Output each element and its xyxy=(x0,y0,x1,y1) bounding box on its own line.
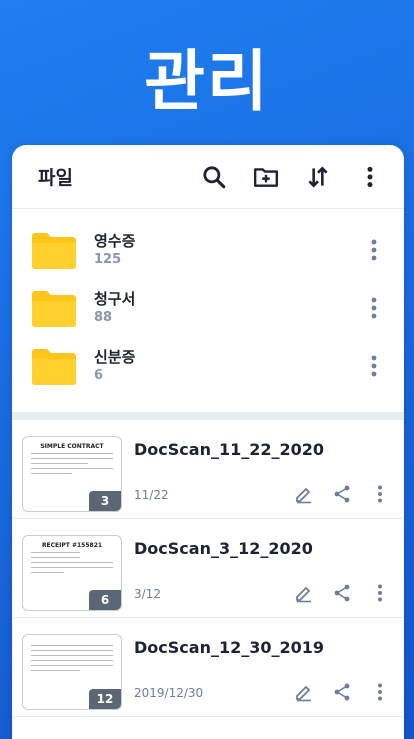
edit-icon xyxy=(296,487,311,504)
sort-icon xyxy=(308,165,328,188)
folder-icon xyxy=(32,349,76,385)
folder-count: 125 xyxy=(94,252,122,267)
file-manager-card: 파일 영수증 125 청구서 88 신분증 6 SIMPLE CONTRACT … xyxy=(12,145,404,739)
page-title: 관리 xyxy=(144,43,270,120)
thumbnail-heading: SIMPLE CONTRACT xyxy=(40,443,104,450)
new-folder-button[interactable] xyxy=(246,157,286,197)
folder-name: 신분증 xyxy=(94,348,136,366)
section-divider xyxy=(12,412,404,420)
share-icon xyxy=(334,485,350,503)
folder-item[interactable]: 청구서 88 xyxy=(12,279,404,337)
page-count-badge: 3 xyxy=(89,491,121,511)
more-vert-icon xyxy=(378,485,382,503)
document-item[interactable]: 12 DocScan_12_30_2019 2019/12/30 xyxy=(12,618,404,717)
document-date: 11/22 xyxy=(134,488,169,502)
edit-button[interactable] xyxy=(292,581,316,605)
folder-name: 영수증 xyxy=(94,232,136,250)
more-vert-icon xyxy=(378,584,382,602)
document-date: 3/12 xyxy=(134,587,161,601)
folder-icon xyxy=(32,291,76,327)
folder-more-button[interactable] xyxy=(362,235,386,265)
document-name[interactable]: DocScan_11_22_2020 xyxy=(134,440,392,459)
more-vert-icon xyxy=(367,166,373,187)
search-button[interactable] xyxy=(194,157,234,197)
folder-item[interactable]: 영수증 125 xyxy=(12,221,404,279)
more-vert-icon xyxy=(371,239,377,261)
document-name[interactable]: DocScan_12_30_2019 xyxy=(134,638,392,657)
document-name[interactable]: DocScan_3_12_2020 xyxy=(134,539,392,558)
share-button[interactable] xyxy=(330,482,354,506)
folder-more-button[interactable] xyxy=(362,351,386,381)
folder-item[interactable]: 신분증 6 xyxy=(12,337,404,395)
edit-icon xyxy=(296,685,311,702)
new-folder-icon xyxy=(253,167,279,187)
sort-button[interactable] xyxy=(298,157,338,197)
document-more-button[interactable] xyxy=(368,482,392,506)
more-vert-icon xyxy=(371,297,377,319)
page-count-badge: 12 xyxy=(89,689,121,709)
share-button[interactable] xyxy=(330,581,354,605)
document-date: 2019/12/30 xyxy=(134,686,204,700)
edit-button[interactable] xyxy=(292,680,316,704)
toolbar: 파일 xyxy=(12,145,404,209)
folder-count: 88 xyxy=(94,310,113,325)
document-item[interactable]: SIMPLE CONTRACT 3 DocScan_11_22_2020 11/… xyxy=(12,420,404,519)
folder-icon xyxy=(32,233,76,269)
more-vert-icon xyxy=(378,683,382,701)
toolbar-title: 파일 xyxy=(38,167,73,189)
share-button[interactable] xyxy=(330,680,354,704)
folder-more-button[interactable] xyxy=(362,293,386,323)
page-count-badge: 6 xyxy=(89,590,121,610)
more-vert-icon xyxy=(371,355,377,377)
document-more-button[interactable] xyxy=(368,680,392,704)
share-icon xyxy=(334,683,350,701)
document-thumbnail[interactable]: 12 xyxy=(22,634,122,710)
thumbnail-heading: RECEIPT #155821 xyxy=(41,542,103,549)
document-thumbnail[interactable]: RECEIPT #155821 6 xyxy=(22,535,122,611)
document-thumbnail[interactable]: SIMPLE CONTRACT 3 xyxy=(22,436,122,512)
folder-name: 청구서 xyxy=(94,290,136,308)
edit-icon xyxy=(296,586,311,603)
more-options-button[interactable] xyxy=(350,157,390,197)
document-list: SIMPLE CONTRACT 3 DocScan_11_22_2020 11/… xyxy=(12,420,404,717)
share-icon xyxy=(334,584,350,602)
edit-button[interactable] xyxy=(292,482,316,506)
folder-list: 영수증 125 청구서 88 신분증 6 xyxy=(12,209,404,395)
folder-count: 6 xyxy=(94,368,104,383)
document-item[interactable]: RECEIPT #155821 6 DocScan_3_12_2020 3/12 xyxy=(12,519,404,618)
search-icon xyxy=(203,165,226,188)
document-more-button[interactable] xyxy=(368,581,392,605)
